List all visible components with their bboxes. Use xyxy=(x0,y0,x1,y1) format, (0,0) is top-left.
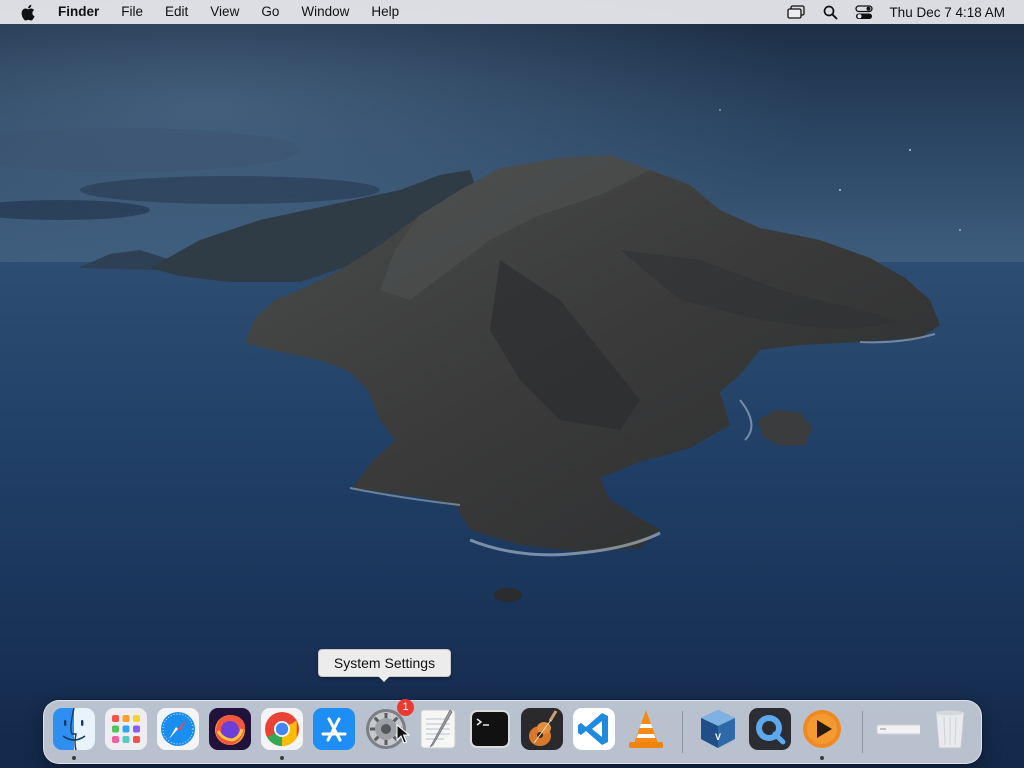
vlc-icon xyxy=(629,710,663,748)
minimized-window-icon xyxy=(876,724,920,735)
dock-item-chrome[interactable] xyxy=(260,707,304,760)
dock-item-terminal[interactable] xyxy=(468,707,512,751)
dock-separator xyxy=(862,711,863,753)
dock-item-safari[interactable] xyxy=(156,707,200,751)
dock-item-quicktime[interactable] xyxy=(748,707,792,751)
running-indicator xyxy=(72,756,76,760)
desktop-wallpaper xyxy=(0,0,1024,768)
notification-badge: 1 xyxy=(397,699,414,716)
textedit-icon xyxy=(420,709,456,749)
vscode-icon xyxy=(573,708,615,750)
dock-separator xyxy=(682,711,683,753)
menu-window[interactable]: Window xyxy=(290,0,360,24)
dock-item-vscode[interactable] xyxy=(572,707,616,751)
menu-view[interactable]: View xyxy=(199,0,250,24)
media-player-icon xyxy=(803,710,841,748)
menu-bar-clock[interactable]: Thu Dec 7 4:18 AM xyxy=(889,5,1005,20)
dock-tooltip-arrow xyxy=(377,675,391,682)
apple-menu-icon[interactable] xyxy=(18,3,36,21)
running-indicator xyxy=(820,756,824,760)
dock-item-media-player[interactable] xyxy=(800,707,844,760)
dock-item-launchpad[interactable] xyxy=(104,707,148,751)
menu-bar: Finder File Edit View Go Window Help Thu… xyxy=(0,0,1024,24)
menu-bar-left: Finder File Edit View Go Window Help xyxy=(0,0,410,24)
dock-tooltip: System Settings xyxy=(318,649,451,677)
svg-text:V: V xyxy=(715,732,721,742)
running-indicator xyxy=(280,756,284,760)
dock-item-virtualbox[interactable]: V xyxy=(696,707,740,751)
dock-item-app-store[interactable] xyxy=(312,707,356,751)
garageband-icon xyxy=(521,708,563,750)
spotlight-search-icon[interactable] xyxy=(819,0,841,24)
menu-bar-right: Thu Dec 7 4:18 AM xyxy=(773,0,1024,24)
app-store-icon xyxy=(313,708,355,750)
finder-icon xyxy=(53,707,95,751)
menu-edit[interactable]: Edit xyxy=(154,0,199,24)
mouse-cursor xyxy=(396,724,410,744)
menu-file[interactable]: File xyxy=(110,0,154,24)
control-center-icon[interactable] xyxy=(853,0,875,24)
dock-item-finder[interactable] xyxy=(52,707,96,760)
launchpad-icon xyxy=(105,708,147,750)
trash-icon xyxy=(935,710,965,749)
firefox-icon xyxy=(209,708,251,750)
menu-go[interactable]: Go xyxy=(250,0,290,24)
dock-item-garageband[interactable] xyxy=(520,707,564,751)
dock-item-textedit[interactable] xyxy=(416,707,460,751)
safari-icon xyxy=(157,708,199,750)
chrome-icon xyxy=(261,708,303,750)
virtualbox-icon: V xyxy=(701,710,735,748)
dock-item-minimized-window[interactable] xyxy=(876,707,920,751)
dock: 1 V xyxy=(43,699,982,764)
dock-item-vlc[interactable] xyxy=(624,707,668,751)
dock-item-trash[interactable] xyxy=(928,707,972,751)
menu-app-name[interactable]: Finder xyxy=(52,0,110,24)
dock-item-firefox[interactable] xyxy=(208,707,252,751)
quicktime-icon xyxy=(749,708,791,750)
menu-help[interactable]: Help xyxy=(360,0,410,24)
terminal-icon xyxy=(470,710,510,748)
screen-mirroring-icon[interactable] xyxy=(785,0,807,24)
